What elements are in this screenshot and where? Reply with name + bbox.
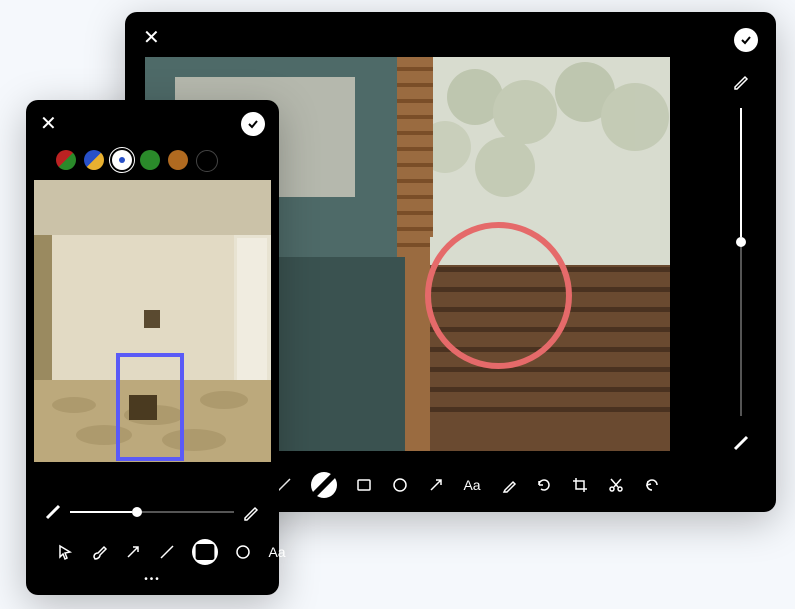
small-editor-panel: ✕ xyxy=(26,100,279,595)
rotate-tool[interactable] xyxy=(535,476,553,494)
swatch-white[interactable] xyxy=(112,150,132,170)
swatch-multicolor-1[interactable] xyxy=(56,150,76,170)
line-weight-icon xyxy=(44,503,62,521)
pointer-tool[interactable] xyxy=(56,543,74,561)
circle-annotation[interactable] xyxy=(425,222,572,369)
arrow-tool[interactable] xyxy=(124,543,142,561)
text-tool[interactable]: Aa xyxy=(463,476,481,494)
slider-track[interactable] xyxy=(740,108,742,416)
pencil-icon xyxy=(732,72,750,90)
color-swatches xyxy=(56,150,218,172)
circle-tool[interactable] xyxy=(234,543,252,561)
small-canvas[interactable] xyxy=(34,180,271,462)
line-weight-icon xyxy=(732,434,750,452)
small-toolbar: Aa xyxy=(56,539,286,565)
stroke-size-slider[interactable] xyxy=(44,503,260,521)
close-icon[interactable]: ✕ xyxy=(40,114,57,134)
stroke-tool[interactable] xyxy=(311,472,337,498)
rect-tool[interactable] xyxy=(355,476,373,494)
slider-thumb[interactable] xyxy=(736,237,746,247)
confirm-button[interactable] xyxy=(241,112,265,136)
rect-tool[interactable] xyxy=(192,539,218,565)
swatch-black[interactable] xyxy=(196,150,218,172)
stroke-size-vertical-slider[interactable] xyxy=(726,72,756,452)
slider-thumb[interactable] xyxy=(132,507,142,517)
swatch-brown[interactable] xyxy=(168,150,188,170)
brush-tool[interactable] xyxy=(90,543,108,561)
undo-tool[interactable] xyxy=(643,476,661,494)
pencil-icon xyxy=(242,503,260,521)
close-icon[interactable]: ✕ xyxy=(143,28,160,48)
check-icon xyxy=(247,118,259,130)
check-icon xyxy=(740,34,752,46)
circle-tool[interactable] xyxy=(391,476,409,494)
arrow-tool[interactable] xyxy=(427,476,445,494)
slider-track[interactable] xyxy=(70,511,234,513)
large-toolbar: Aa xyxy=(275,472,661,498)
text-tool[interactable]: Aa xyxy=(268,543,286,561)
swatch-multicolor-2[interactable] xyxy=(84,150,104,170)
more-button[interactable]: ••• xyxy=(144,574,161,585)
rect-annotation[interactable] xyxy=(116,353,184,461)
crop-tool[interactable] xyxy=(571,476,589,494)
cut-tool[interactable] xyxy=(607,476,625,494)
confirm-button[interactable] xyxy=(734,28,758,52)
swatch-green[interactable] xyxy=(140,150,160,170)
eraser-tool[interactable] xyxy=(499,476,517,494)
line-tool[interactable] xyxy=(158,543,176,561)
